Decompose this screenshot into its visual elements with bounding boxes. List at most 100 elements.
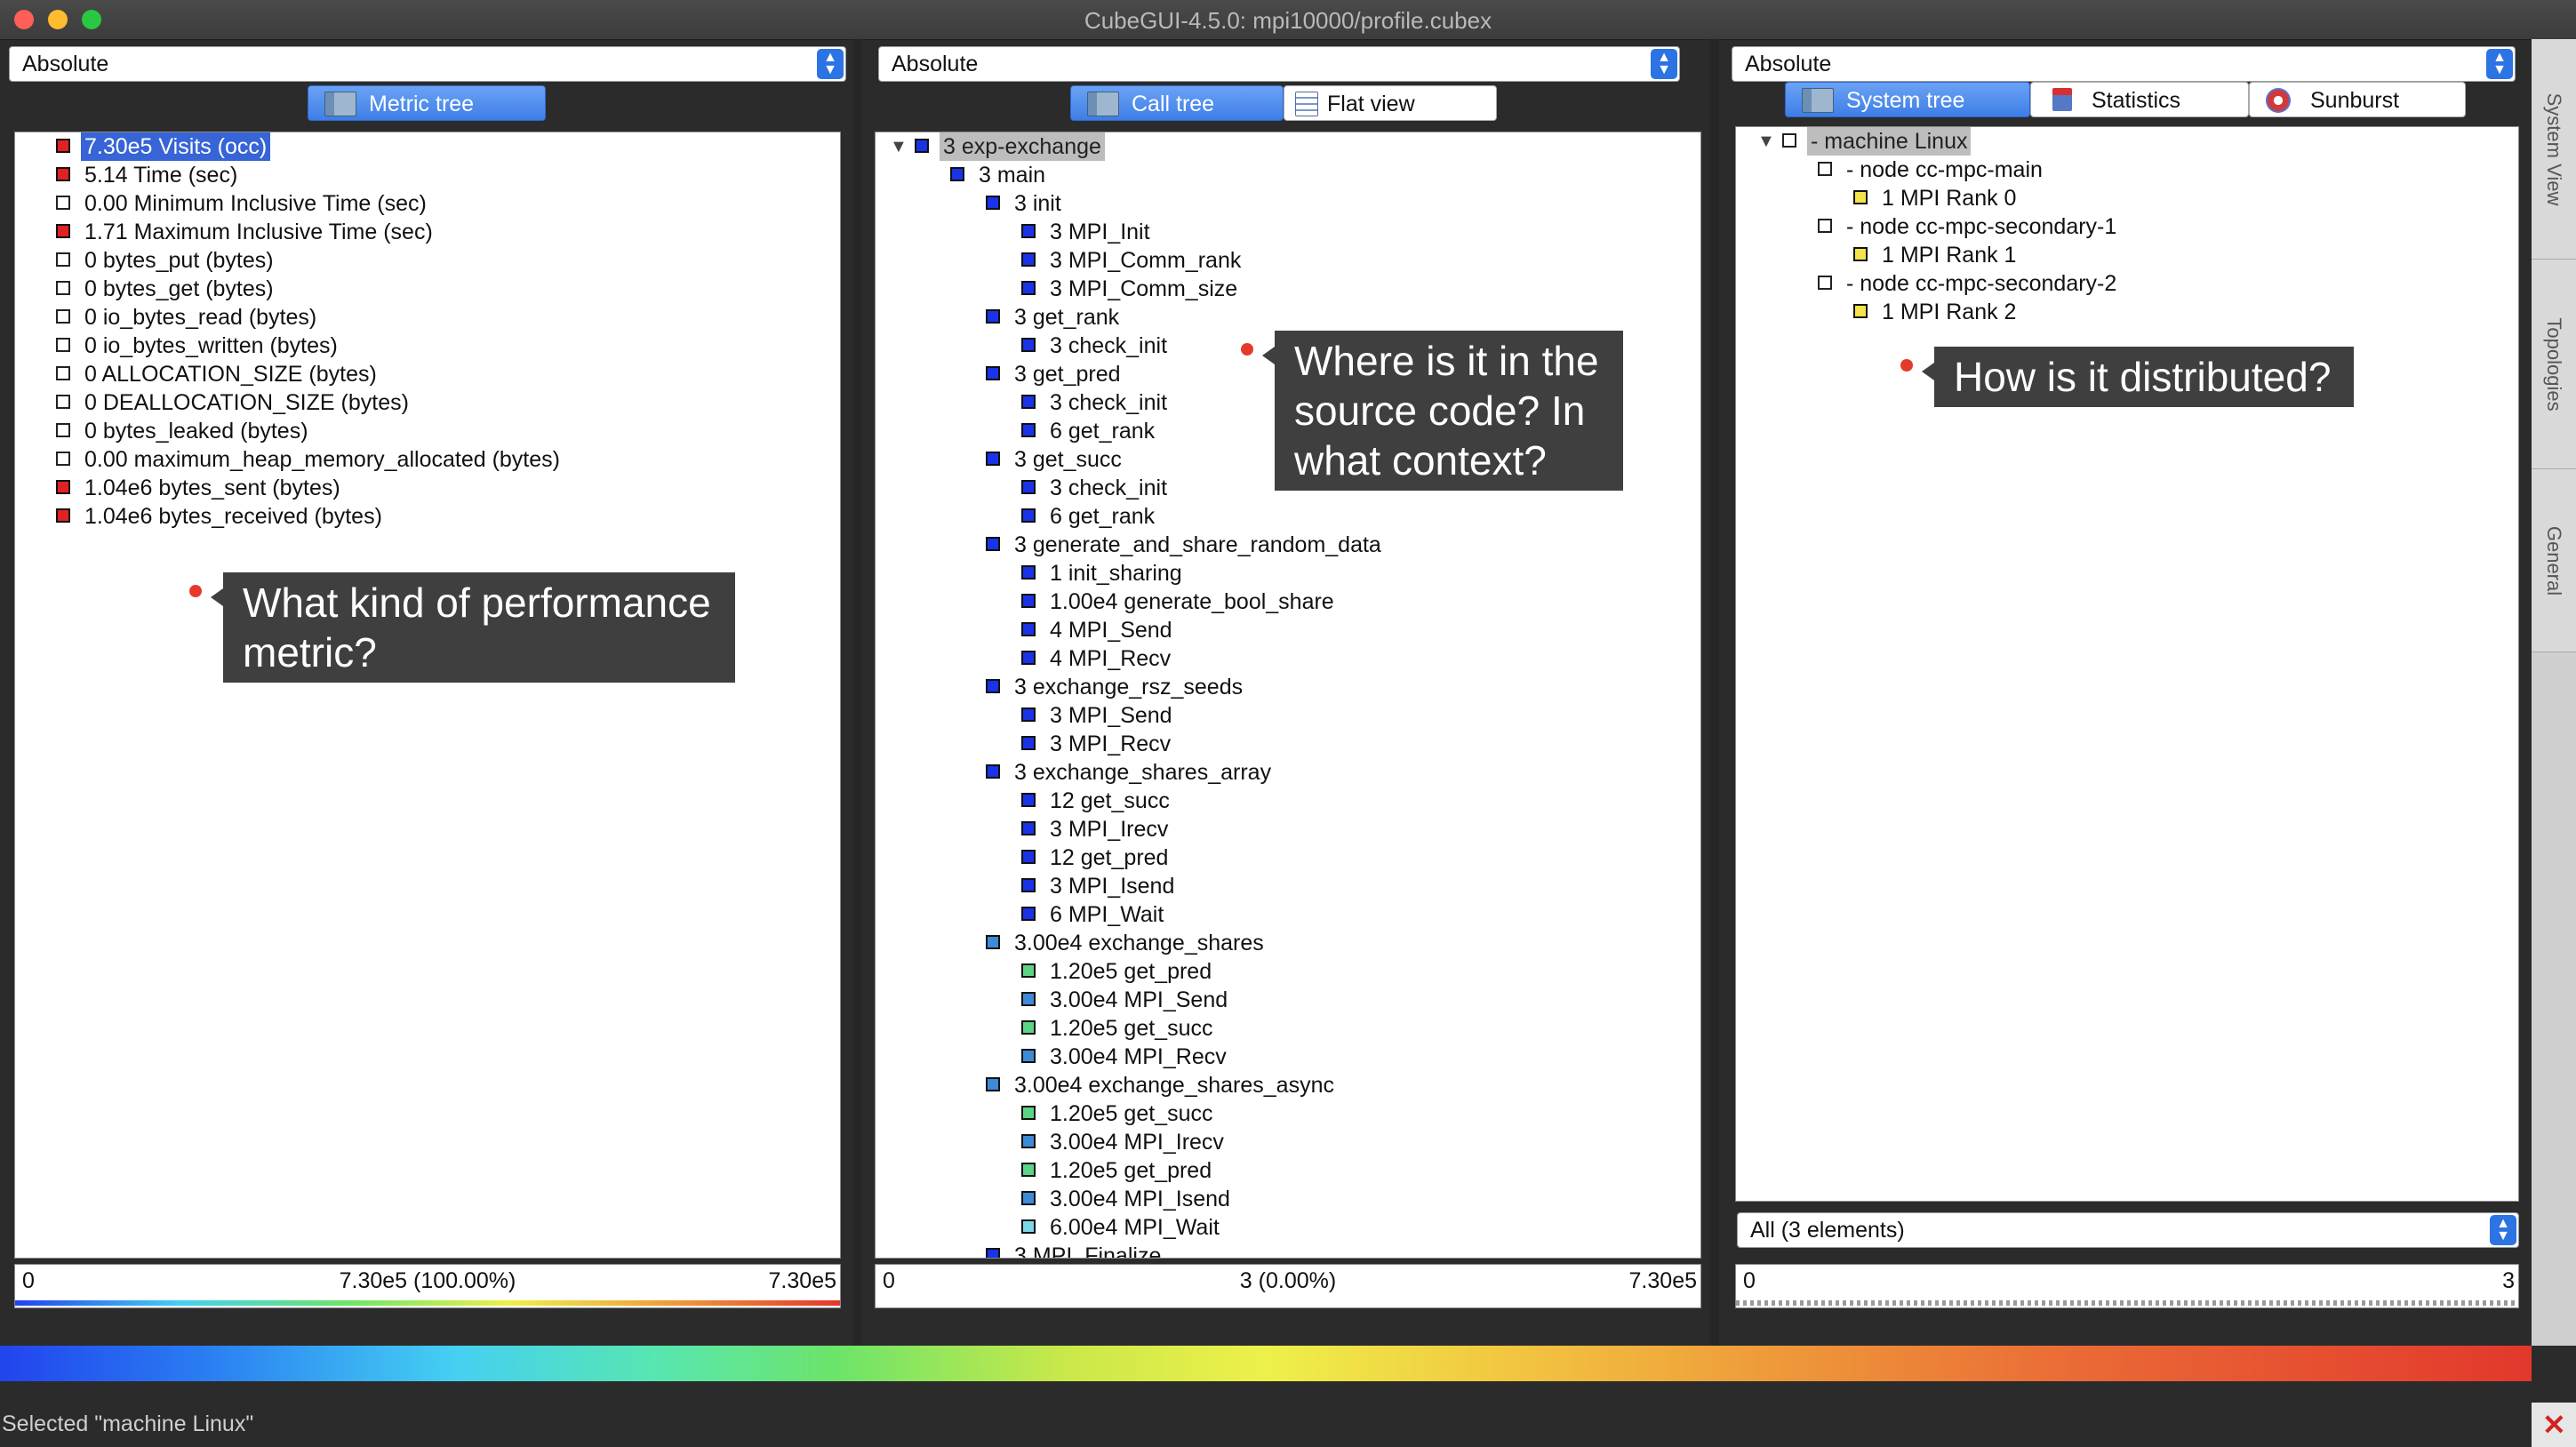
metric-callout: What kind of performance metric? <box>211 572 735 683</box>
tree-row[interactable]: 3 MPI_Irecv <box>876 815 1700 843</box>
tree-row[interactable]: 3 exchange_shares_array <box>876 758 1700 787</box>
tab-statistics[interactable]: Statistics <box>2030 82 2249 117</box>
color-square-icon <box>56 508 70 523</box>
tree-row[interactable]: 3 MPI_Isend <box>876 872 1700 900</box>
tree-row[interactable]: 3 MPI_Recv <box>876 730 1700 758</box>
tree-row[interactable]: 3.00e4 MPI_Isend <box>876 1185 1700 1213</box>
tree-row[interactable]: ▼ - machine Linux <box>1736 127 2518 156</box>
tree-row[interactable]: 0 DEALLOCATION_SIZE (bytes) <box>15 388 840 417</box>
color-square-icon <box>1021 338 1036 352</box>
color-legend-bar <box>0 1346 2532 1381</box>
tree-row[interactable]: 3 init <box>876 189 1700 218</box>
call-mode-select[interactable]: Absolute ▲ ▼ <box>878 46 1680 82</box>
tree-row[interactable]: 3 MPI_Send <box>876 701 1700 730</box>
tree-row[interactable]: - node cc-mpc-secondary-1 <box>1736 212 2518 241</box>
color-square-icon <box>986 764 1000 779</box>
tree-row[interactable]: 1 MPI Rank 0 <box>1736 184 2518 212</box>
tree-row[interactable]: 1.20e5 get_pred <box>876 957 1700 986</box>
color-square-icon <box>56 224 70 238</box>
system-mode-select[interactable]: Absolute ▲ ▼ <box>1732 46 2516 82</box>
tree-row[interactable]: 7.30e5 Visits (occ) <box>15 132 840 161</box>
tree-row[interactable]: 1.20e5 get_succ <box>876 1014 1700 1043</box>
call-mode-value: Absolute <box>892 52 979 76</box>
tree-row[interactable]: 1.71 Maximum Inclusive Time (sec) <box>15 218 840 246</box>
color-square-icon <box>1021 565 1036 580</box>
tree-row[interactable]: 1 MPI Rank 2 <box>1736 298 2518 326</box>
expand-arrow-icon[interactable]: ▼ <box>890 132 908 161</box>
tree-row-label: 3.00e4 MPI_Recv <box>1050 1044 1227 1069</box>
scale-value: 7.30e5 (100.00%) <box>339 1268 516 1293</box>
tree-row[interactable]: - node cc-mpc-main <box>1736 156 2518 184</box>
panel-splitter[interactable] <box>1710 39 1719 1346</box>
tab-topologies[interactable]: Topologies <box>2532 260 2576 469</box>
tab-general-label: General <box>2543 525 2565 596</box>
tree-row[interactable]: 3.00e4 MPI_Irecv <box>876 1128 1700 1156</box>
tree-row-label: 3 exchange_shares_array <box>1014 760 1272 785</box>
tree-row[interactable]: 0 ALLOCATION_SIZE (bytes) <box>15 360 840 388</box>
tree-row[interactable]: 0 bytes_get (bytes) <box>15 275 840 303</box>
tree-row[interactable]: 3.00e4 MPI_Send <box>876 986 1700 1014</box>
tree-row[interactable]: 3 exchange_rsz_seeds <box>876 673 1700 701</box>
tree-row[interactable]: 4 MPI_Send <box>876 616 1700 644</box>
system-filter-select[interactable]: All (3 elements) ▲ ▼ <box>1737 1212 2519 1248</box>
tree-row[interactable]: 3.00e4 exchange_shares_async <box>876 1071 1700 1099</box>
tree-row[interactable]: 0.00 Minimum Inclusive Time (sec) <box>15 189 840 218</box>
tab-system-view[interactable]: System View <box>2532 39 2576 260</box>
tab-flat-view-label: Flat view <box>1327 92 1415 116</box>
tree-row-label: 3 get_pred <box>1014 362 1121 387</box>
expand-arrow-icon[interactable]: ▼ <box>1757 127 1775 156</box>
tree-row-label: 12 get_pred <box>1050 845 1169 870</box>
tree-row[interactable]: 3 generate_and_share_random_data <box>876 531 1700 559</box>
tab-general[interactable]: General <box>2532 469 2576 652</box>
tree-row[interactable]: 3 MPI_Comm_rank <box>876 246 1700 275</box>
flat-view-icon <box>1295 92 1318 116</box>
tree-row[interactable]: 6 MPI_Wait <box>876 900 1700 929</box>
tree-row[interactable]: 3 MPI_Comm_size <box>876 275 1700 303</box>
color-square-icon <box>1021 252 1036 267</box>
system-tree[interactable]: ▼ - machine Linux - node cc-mpc-main 1 MPI … <box>1735 126 2519 1202</box>
tree-row[interactable]: 3 MPI_Init <box>876 218 1700 246</box>
tree-row[interactable]: 3 main <box>876 161 1700 189</box>
tree-row[interactable]: 12 get_succ <box>876 787 1700 815</box>
tree-row[interactable]: 0 io_bytes_read (bytes) <box>15 303 840 332</box>
tab-flat-view[interactable]: Flat view <box>1284 85 1497 121</box>
tree-row[interactable]: 0 bytes_leaked (bytes) <box>15 417 840 445</box>
tab-metric-tree[interactable]: Metric tree <box>308 85 546 121</box>
tree-row[interactable]: ▼ 3 exp-exchange <box>876 132 1700 161</box>
tab-system-tree[interactable]: System tree <box>1785 82 2030 117</box>
tree-row[interactable]: 1 MPI Rank 1 <box>1736 241 2518 269</box>
tree-row[interactable]: 3.00e4 exchange_shares <box>876 929 1700 957</box>
metric-tree[interactable]: 7.30e5 Visits (occ) 5.14 Time (sec) 0.00 M… <box>14 132 841 1259</box>
tree-row[interactable]: 0 io_bytes_written (bytes) <box>15 332 840 360</box>
tree-row[interactable]: 1 init_sharing <box>876 559 1700 588</box>
tree-row[interactable]: 3 MPI_Finalize <box>876 1242 1700 1258</box>
color-square-icon <box>915 139 929 153</box>
tab-sunburst[interactable]: Sunburst <box>2249 82 2466 117</box>
tab-topologies-label: Topologies <box>2543 316 2565 412</box>
tree-row[interactable]: 0 bytes_put (bytes) <box>15 246 840 275</box>
tree-row[interactable]: 6 get_rank <box>876 502 1700 531</box>
panel-splitter[interactable] <box>853 39 862 1346</box>
tree-row[interactable]: 0.00 maximum_heap_memory_allocated (byte… <box>15 445 840 474</box>
tree-row[interactable]: 1.04e6 bytes_sent (bytes) <box>15 474 840 502</box>
tree-row[interactable]: 1.20e5 get_pred <box>876 1156 1700 1185</box>
tree-row[interactable]: 1.04e6 bytes_received (bytes) <box>15 502 840 531</box>
color-square-icon <box>1021 1191 1036 1205</box>
tab-call-tree[interactable]: Call tree <box>1070 85 1284 121</box>
call-tree[interactable]: ▼ 3 exp-exchange 3 main 3 init 3 MPI_Init 3 M… <box>875 132 1701 1259</box>
tree-row[interactable]: 5.14 Time (sec) <box>15 161 840 189</box>
tree-row[interactable]: 1.00e4 generate_bool_share <box>876 588 1700 616</box>
close-x-icon[interactable]: ✕ <box>2532 1403 2576 1447</box>
tree-row[interactable]: 3.00e4 MPI_Recv <box>876 1043 1700 1071</box>
tree-row-label: 3 MPI_Comm_size <box>1050 276 1238 301</box>
tree-row[interactable]: 1.20e5 get_succ <box>876 1099 1700 1128</box>
tree-row-label: 3.00e4 MPI_Isend <box>1050 1187 1230 1211</box>
tree-row-label: 4 MPI_Send <box>1050 618 1172 643</box>
tree-row[interactable]: 3 get_rank <box>876 303 1700 332</box>
tree-row[interactable]: 4 MPI_Recv <box>876 644 1700 673</box>
metric-mode-select[interactable]: Absolute ▲ ▼ <box>9 46 846 82</box>
tree-row[interactable]: 6.00e4 MPI_Wait <box>876 1213 1700 1242</box>
tree-row[interactable]: - node cc-mpc-secondary-2 <box>1736 269 2518 298</box>
tree-row[interactable]: 12 get_pred <box>876 843 1700 872</box>
select-arrows-icon: ▲ ▼ <box>2490 1215 2516 1245</box>
